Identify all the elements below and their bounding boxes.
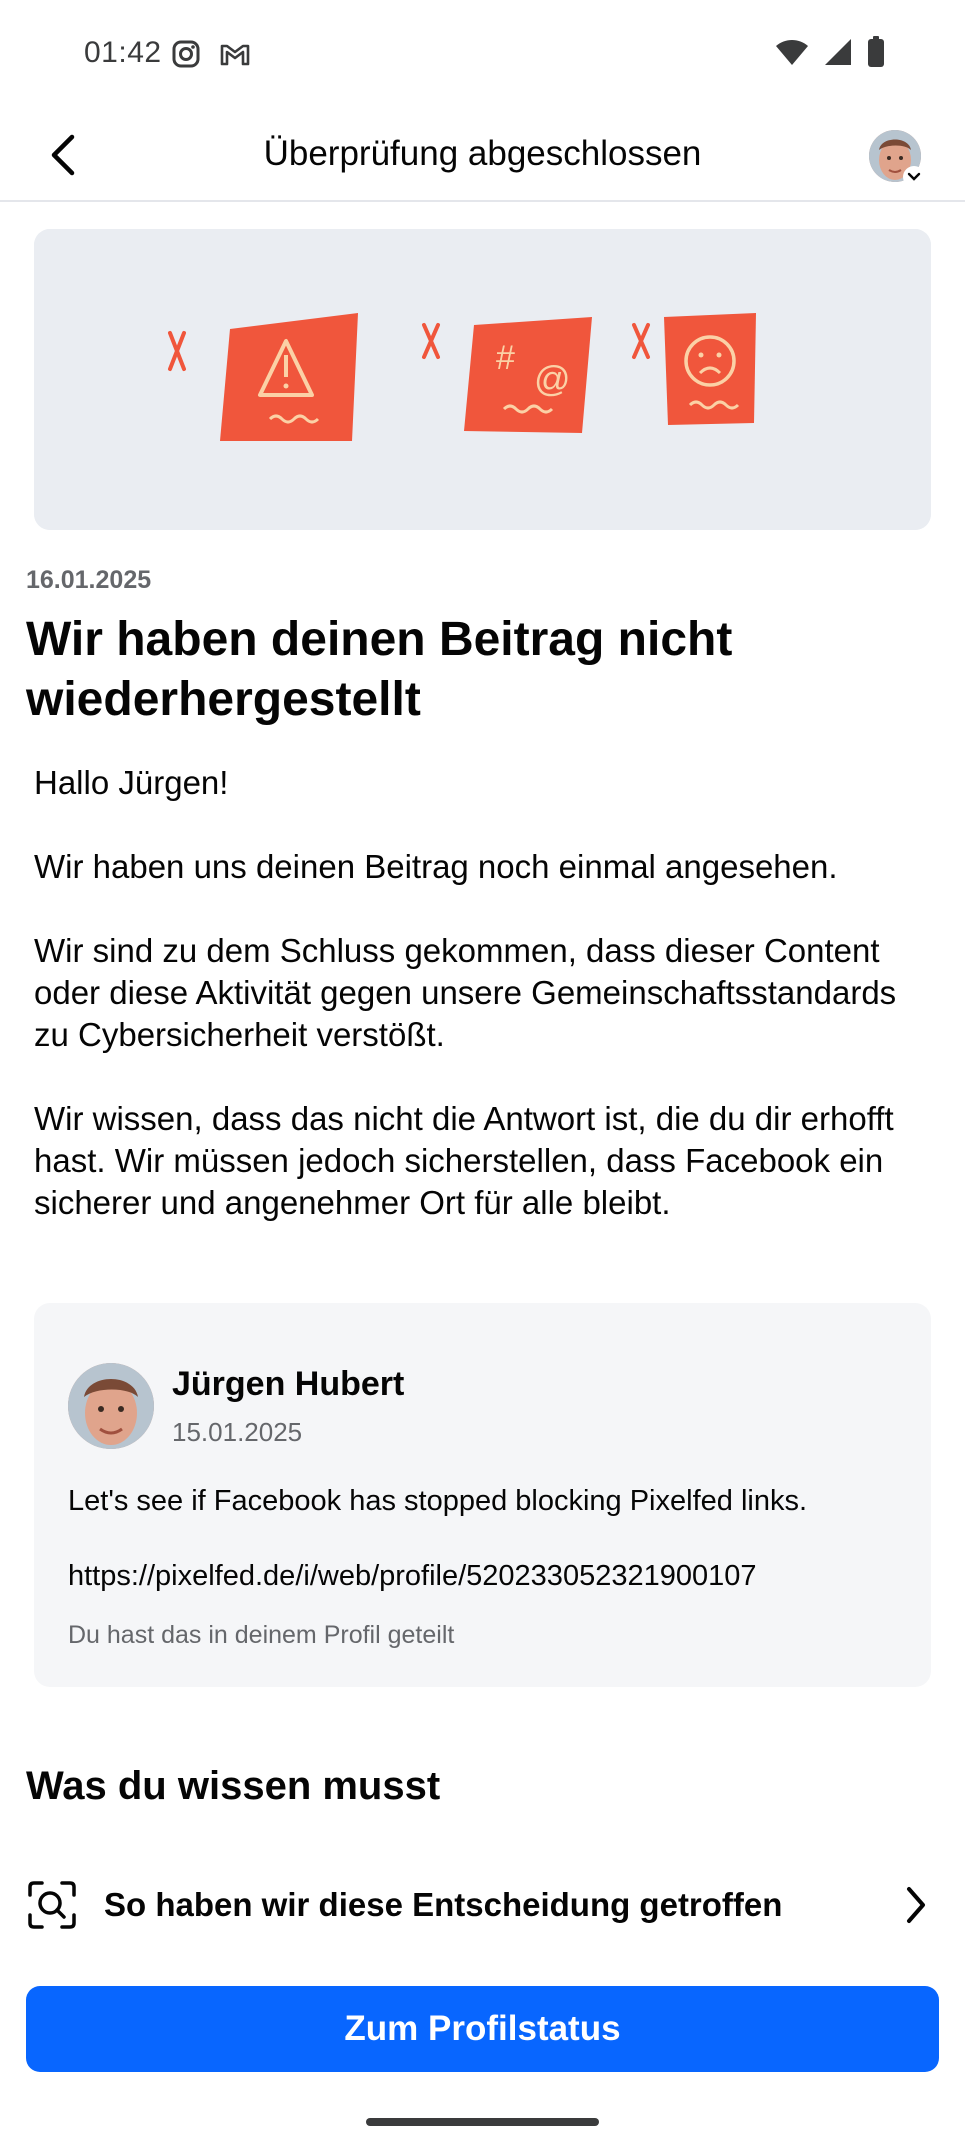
sticky-notes-illustration: # @ bbox=[34, 229, 931, 530]
profile-status-button[interactable]: Zum Profilstatus bbox=[26, 1986, 939, 2072]
status-time: 01:42 bbox=[84, 36, 162, 69]
post-text: Let's see if Facebook has stopped blocki… bbox=[68, 1485, 808, 1517]
search-scan-icon bbox=[26, 1879, 78, 1931]
hero-illustration: # @ bbox=[34, 229, 931, 530]
signal-icon bbox=[825, 39, 851, 65]
post-shared-note: Du hast das in deinem Profil geteilt bbox=[68, 1621, 455, 1649]
avatar bbox=[68, 1363, 154, 1449]
post-author: Jürgen Hubert bbox=[172, 1365, 405, 1403]
chevron-right-icon bbox=[896, 1879, 936, 1931]
decision-label: So haben wir diese Entscheidung getroffe… bbox=[104, 1886, 783, 1923]
svg-text:#: # bbox=[496, 339, 515, 377]
wifi-icon bbox=[776, 40, 808, 65]
battery-icon bbox=[868, 36, 884, 67]
paragraph-explanation: Wir wissen, dass das nicht die Antwort i… bbox=[34, 1100, 894, 1221]
account-switch-chevron-icon bbox=[903, 166, 925, 188]
status-icons bbox=[775, 36, 885, 68]
notice-date: 16.01.2025 bbox=[26, 566, 152, 594]
paragraph-reviewed: Wir haben uns deinen Beitrag noch einmal… bbox=[34, 848, 838, 885]
page-title: Überprüfung abgeschlossen bbox=[263, 134, 702, 173]
status-bar: 01:42 bbox=[0, 0, 965, 110]
instagram-icon bbox=[172, 40, 200, 68]
top-navigation: Überprüfung abgeschlossen bbox=[0, 110, 965, 202]
notice-headline: Wir haben deinen Beitrag nicht wiederher… bbox=[26, 613, 733, 726]
paragraph-conclusion: Wir sind zu dem Schluss gekommen, dass d… bbox=[34, 932, 897, 1053]
post-link[interactable]: https://pixelfed.de/i/web/profile/520233… bbox=[68, 1560, 756, 1593]
post-date: 15.01.2025 bbox=[172, 1417, 303, 1447]
home-indicator[interactable] bbox=[366, 2118, 599, 2126]
gmail-icon bbox=[220, 44, 250, 66]
greeting-text: Hallo Jürgen! bbox=[34, 764, 229, 801]
author-avatar-image bbox=[68, 1363, 154, 1449]
svg-text:@: @ bbox=[534, 358, 571, 399]
decision-info-row[interactable]: So haben wir diese Entscheidung getroffe… bbox=[26, 1870, 936, 1940]
post-preview-card[interactable]: Jürgen Hubert 15.01.2025 Let's see if Fa… bbox=[34, 1303, 931, 1687]
section-heading: Was du wissen musst bbox=[26, 1764, 441, 1808]
